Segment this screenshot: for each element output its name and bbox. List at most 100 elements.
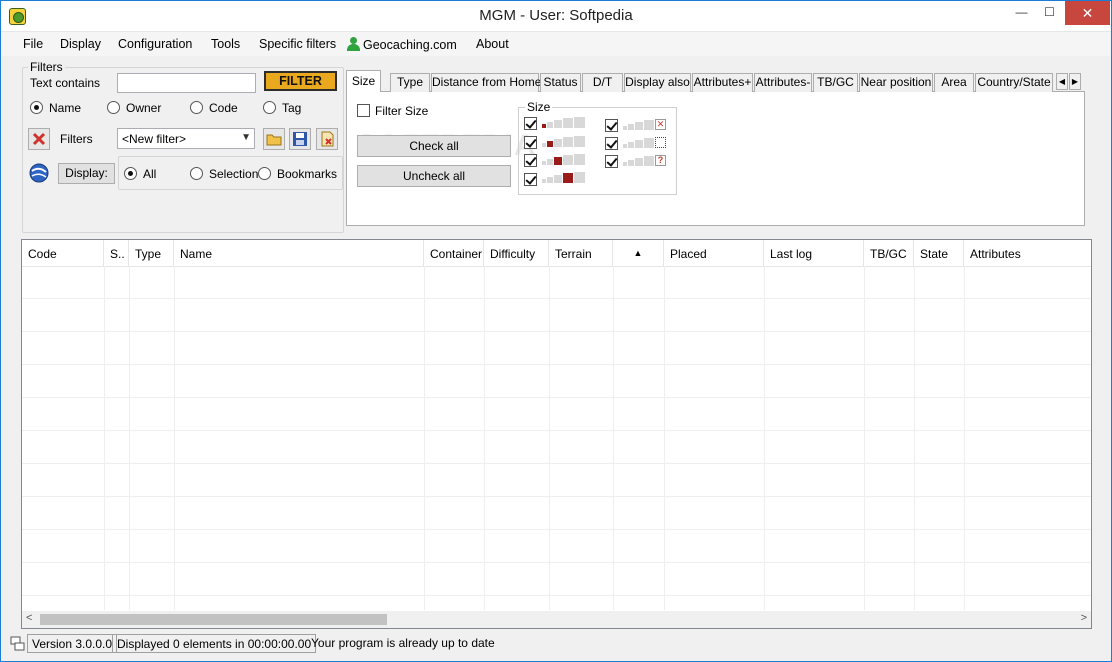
column-header-last-log[interactable]: Last log (764, 240, 864, 266)
size-regular-checkbox[interactable] (524, 154, 537, 167)
menu-display[interactable]: Display (60, 37, 101, 51)
display-button[interactable]: Display: (58, 163, 115, 184)
size-large-checkbox[interactable] (524, 173, 537, 186)
tab-scroll-left-icon[interactable]: ◀ (1056, 73, 1068, 90)
menu-tools[interactable]: Tools (211, 37, 240, 51)
map-display-button[interactable] (28, 162, 50, 184)
grid-col-line (664, 266, 665, 610)
size-micro-checkbox[interactable] (524, 117, 537, 130)
tab-near-position[interactable]: Near position (859, 73, 933, 92)
column-header-difficulty[interactable]: Difficulty (484, 240, 549, 266)
display-all-radio[interactable] (124, 167, 137, 180)
uncheck-all-button[interactable]: Uncheck all (357, 165, 511, 187)
grid-col-line (764, 266, 765, 610)
tab-area[interactable]: Area (934, 73, 974, 92)
column-header-attributes[interactable]: Attributes (964, 240, 1091, 266)
save-filter-button[interactable] (289, 128, 311, 150)
scroll-right-icon[interactable]: > (1081, 612, 1087, 624)
status-bar: Version 3.0.0.0 Displayed 0 elements in … (1, 631, 1111, 661)
tab-size[interactable]: Size (346, 70, 381, 92)
cache-list-grid[interactable]: Code S.. Type Name Container Difficulty … (21, 239, 1092, 629)
column-header-code[interactable]: Code (22, 240, 104, 266)
column-header-state[interactable]: State (914, 240, 964, 266)
grid-row-line (22, 595, 1091, 596)
text-contains-input[interactable] (117, 73, 256, 93)
filter-size-checkbox[interactable] (357, 104, 370, 117)
globe-icon (29, 163, 49, 183)
sort-ascending-icon[interactable]: ▲ (613, 240, 664, 266)
size-virtual-checkbox[interactable] (605, 137, 618, 150)
display-selection-radio[interactable] (190, 167, 203, 180)
user-icon (346, 37, 360, 51)
filters-label: Filters (60, 132, 93, 146)
title-bar[interactable]: MGM - User: Softpedia — ☐ ✕ (1, 1, 1111, 32)
network-icon (10, 636, 25, 651)
grid-row-line (22, 397, 1091, 398)
search-owner-radio[interactable] (107, 101, 120, 114)
display-bookmarks-radio[interactable] (258, 167, 271, 180)
tab-display-also[interactable]: Display also (624, 73, 691, 92)
filter-button[interactable]: FILTER (264, 71, 337, 91)
menu-bar: File Display Configuration Tools Specifi… (1, 32, 1111, 56)
check-all-button[interactable]: Check all (357, 135, 511, 157)
column-header-name[interactable]: Name (174, 240, 424, 266)
clear-filter-button[interactable] (28, 128, 50, 150)
tab-attributes-minus[interactable]: Attributes- (754, 73, 812, 92)
scrollbar-thumb[interactable] (40, 614, 387, 625)
column-header-container[interactable]: Container (424, 240, 484, 266)
search-tag-label: Tag (282, 101, 302, 115)
grid-row-line (22, 562, 1091, 563)
filters-group-label: Filters (28, 60, 65, 74)
grid-col-line (914, 266, 915, 610)
other-size-icon: ? (623, 155, 667, 167)
horizontal-scrollbar[interactable]: < > (22, 611, 1091, 628)
scroll-left-icon[interactable]: < (26, 612, 32, 624)
chevron-down-icon: ▼ (241, 132, 251, 143)
floppy-disk-icon (293, 132, 307, 146)
size-other-checkbox[interactable] (605, 155, 618, 168)
tab-distance-from-home[interactable]: Distance from Home (431, 73, 541, 92)
column-header-type[interactable]: Type (129, 240, 174, 266)
menu-about[interactable]: About (476, 37, 509, 51)
search-name-radio[interactable] (30, 101, 43, 114)
search-code-radio[interactable] (190, 101, 203, 114)
tab-status[interactable]: Status (540, 73, 581, 92)
menu-geocaching[interactable]: Geocaching.com (346, 37, 457, 52)
not-chosen-size-icon: ✕ (623, 119, 667, 131)
tab-dt[interactable]: D/T (582, 73, 623, 92)
display-all-label: All (143, 167, 157, 181)
menu-specific-filters[interactable]: Specific filters (259, 37, 336, 51)
search-tag-radio[interactable] (263, 101, 276, 114)
regular-size-icon (542, 154, 586, 166)
tab-tbgc[interactable]: TB/GC (813, 73, 858, 92)
small-size-icon (542, 136, 586, 148)
delete-filter-button[interactable] (316, 128, 338, 150)
open-filter-button[interactable] (263, 128, 285, 150)
text-contains-label: Text contains (30, 76, 101, 90)
minimize-button[interactable]: — (1008, 1, 1035, 25)
size-not-chosen-checkbox[interactable] (605, 119, 618, 132)
filter-select[interactable]: <New filter> ▼ (117, 128, 255, 149)
column-header-placed[interactable]: Placed (664, 240, 764, 266)
menu-configuration[interactable]: Configuration (118, 37, 192, 51)
size-small-checkbox[interactable] (524, 136, 537, 149)
grid-row-line (22, 364, 1091, 365)
column-header-terrain[interactable]: Terrain (549, 240, 613, 266)
filter-select-value: <New filter> (122, 132, 187, 146)
grid-row-line (22, 331, 1091, 332)
maximize-button[interactable]: ☐ (1036, 1, 1063, 25)
column-header-size[interactable]: S.. (104, 240, 129, 266)
tab-country-state[interactable]: Country/State (975, 73, 1053, 92)
close-button[interactable]: ✕ (1065, 1, 1110, 25)
column-header-tbgc[interactable]: TB/GC (864, 240, 914, 266)
tab-type[interactable]: Type (390, 73, 430, 92)
update-status: Your program is already up to date (311, 636, 495, 650)
search-owner-label: Owner (126, 101, 162, 115)
grid-row-line (22, 529, 1091, 530)
tab-scroll-right-icon[interactable]: ▶ (1069, 73, 1081, 90)
menu-geocaching-label: Geocaching.com (363, 38, 457, 52)
filter-size-label: Filter Size (375, 104, 429, 118)
menu-file[interactable]: File (23, 37, 43, 51)
tab-attributes-plus[interactable]: Attributes+ (692, 73, 753, 92)
grid-col-line (864, 266, 865, 610)
